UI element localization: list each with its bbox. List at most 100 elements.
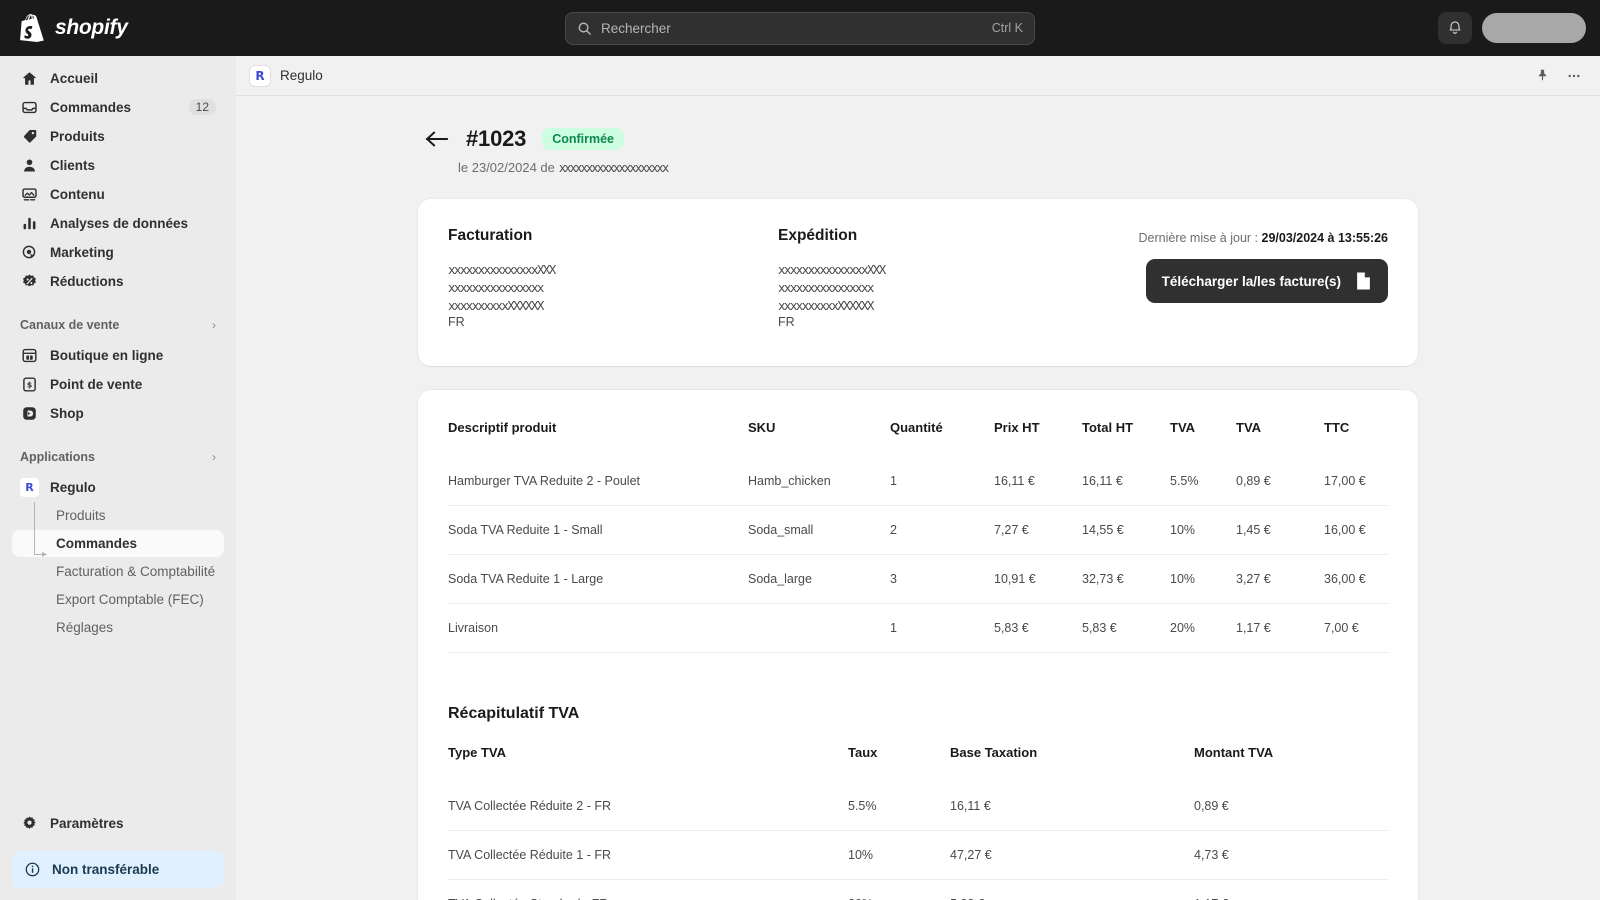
- pin-icon: [1538, 69, 1547, 81]
- app-tree: ▸ R Regulo Produits Commandes Facturatio…: [12, 473, 224, 642]
- cell-quantite: 3: [890, 554, 994, 604]
- orders-inbox-icon: [20, 98, 39, 117]
- cell-ttc: 7,00 €: [1324, 603, 1388, 653]
- cell-base: 47,27 €: [950, 830, 1194, 880]
- non-transferable-banner[interactable]: Non transférable: [12, 851, 224, 888]
- products-table-body: Hamburger TVA Reduite 2 - Poulet Hamb_ch…: [448, 457, 1388, 653]
- sidebar-item-regulo-reglages[interactable]: Réglages: [12, 614, 224, 641]
- chevron-right-icon: ›: [212, 318, 216, 332]
- sidebar-item-analyses[interactable]: Analyses de données: [12, 209, 224, 237]
- sidebar-item-regulo-facturation[interactable]: Facturation & Comptabilité: [12, 558, 224, 585]
- sidebar-item-produits[interactable]: Produits: [12, 122, 224, 150]
- col-montant-tva: Montant TVA: [1194, 745, 1274, 760]
- col-prix-ht: Prix HT: [994, 420, 1040, 435]
- regulo-app-icon: R: [250, 65, 270, 86]
- cell-sku: [748, 603, 890, 653]
- sidebar-item-point-de-vente[interactable]: $ Point de vente: [12, 370, 224, 398]
- table-row: Livraison 1 5,83 € 5,83 € 20% 1,17 € 7,0…: [448, 603, 1388, 653]
- sidebar-label: Commandes: [50, 99, 132, 115]
- account-menu-button[interactable]: [1482, 13, 1586, 43]
- shopify-logo[interactable]: shopify: [0, 14, 236, 42]
- global-topbar: shopify Rechercher Ctrl K: [0, 0, 1600, 56]
- section-label: Canaux de vente: [20, 318, 120, 332]
- order-number: #1023: [466, 126, 527, 151]
- tag-icon: [20, 127, 39, 146]
- sidebar-item-regulo-export-fec[interactable]: Export Comptable (FEC): [12, 586, 224, 613]
- sidebar-label: Réductions: [50, 273, 124, 289]
- global-search[interactable]: Rechercher Ctrl K: [565, 11, 1035, 45]
- section-label: Applications: [20, 450, 96, 464]
- products-table-head: Descriptif produit SKU Quantité Prix HT …: [448, 420, 1388, 457]
- sidebar-label: Facturation & Comptabilité: [56, 564, 216, 579]
- table-row: Soda TVA Reduite 1 - Large Soda_large 3 …: [448, 554, 1388, 604]
- billing-country: FR: [448, 315, 465, 330]
- sidebar-section-applications[interactable]: Applications ›: [12, 444, 224, 470]
- sidebar-label: Contenu: [50, 186, 105, 202]
- search-input[interactable]: Rechercher Ctrl K: [565, 11, 1035, 45]
- cell-taux: 5.5%: [848, 799, 877, 813]
- tva-summary-table: Type TVA Taux Base Taxation Montant TVA …: [448, 745, 1388, 900]
- sidebar-label: Clients: [50, 157, 96, 173]
- sidebar-section-canaux-de-vente[interactable]: Canaux de vente ›: [12, 312, 224, 338]
- cell-descriptif: Soda TVA Reduite 1 - Large: [448, 554, 748, 604]
- more-options-button[interactable]: [1566, 68, 1582, 84]
- table-row: TVA Collectée Standard - FR 20% 5,83 € 1…: [448, 879, 1388, 900]
- shopify-bag-icon: [20, 14, 44, 42]
- billing-line-2: xxxxxxxxxxxxxxxx: [448, 279, 544, 295]
- shipping-line-1: xxxxxxxxxxxxxxxXXX: [778, 262, 886, 277]
- col-total-ht: Total HT: [1082, 420, 1134, 435]
- sidebar-item-marketing[interactable]: Marketing: [12, 238, 224, 266]
- addresses-card: Facturation xxxxxxxxxxxxxxxXXX xxxxxxxxx…: [418, 199, 1418, 366]
- products-table: Descriptif produit SKU Quantité Prix HT …: [448, 420, 1388, 653]
- billing-line-3: xxxxxxxxxxXXXXXX: [448, 297, 544, 313]
- cell-ttc: 16,00 €: [1324, 505, 1388, 555]
- sidebar-item-shop[interactable]: Shop: [12, 399, 224, 427]
- notifications-button[interactable]: [1438, 12, 1472, 44]
- table-header-row: Descriptif produit SKU Quantité Prix HT …: [448, 420, 1388, 457]
- back-button[interactable]: [424, 129, 450, 149]
- cell-montant: 1,17 €: [1194, 879, 1388, 900]
- topbar-actions: [1438, 12, 1586, 44]
- page-content: #1023 Confirmée le 23/02/2024 de xxxxxxx…: [418, 126, 1418, 900]
- col-base-taxation: Base Taxation: [950, 745, 1038, 760]
- cell-total-ht: 14,55 €: [1082, 505, 1170, 555]
- col-descriptif-produit: Descriptif produit: [448, 420, 557, 435]
- shipping-title: Expédition: [778, 227, 858, 244]
- cell-total-ht: 32,73 €: [1082, 554, 1170, 604]
- col-type-tva: Type TVA: [448, 745, 507, 760]
- download-invoices-button[interactable]: Télécharger la/les facture(s): [1145, 259, 1388, 303]
- sidebar-item-commandes[interactable]: Commandes 12: [12, 93, 224, 121]
- cell-sku: Hamb_chicken: [748, 474, 831, 488]
- sidebar-item-regulo-app[interactable]: R Regulo: [12, 473, 224, 501]
- shipping-line-3: xxxxxxxxxxXXXXXX: [778, 297, 874, 313]
- more-horizontal-icon: [1568, 74, 1580, 77]
- sidebar-item-boutique-en-ligne[interactable]: Boutique en ligne: [12, 341, 224, 369]
- status-badge: Confirmée: [542, 128, 625, 150]
- billing-address-block: Facturation xxxxxxxxxxxxxxxXXX xxxxxxxxx…: [448, 227, 778, 332]
- sidebar-item-regulo-produits[interactable]: Produits: [12, 502, 224, 529]
- pin-button[interactable]: [1535, 68, 1550, 83]
- discount-percent-icon: [20, 272, 39, 291]
- table-row: TVA Collectée Réduite 1 - FR 10% 47,27 €…: [448, 830, 1388, 880]
- document-icon: [1357, 272, 1370, 290]
- cell-tva-rate: 10%: [1170, 505, 1236, 555]
- order-customer-masked: xxxxxxxxxxxxxxxxxxxx: [558, 161, 669, 175]
- shipping-line-2: xxxxxxxxxxxxxxxx: [778, 279, 874, 295]
- sidebar-item-parametres[interactable]: Paramètres: [12, 809, 224, 837]
- info-circle-icon: [25, 862, 40, 877]
- page-header-actions: [1535, 68, 1582, 84]
- sidebar-item-reductions[interactable]: Réductions: [12, 267, 224, 295]
- sidebar-item-clients[interactable]: Clients: [12, 151, 224, 179]
- cell-tva-amount: 3,27 €: [1236, 554, 1324, 604]
- sidebar-item-accueil[interactable]: Accueil: [12, 64, 224, 92]
- sidebar-label: Regulo: [50, 479, 96, 495]
- col-sku: SKU: [748, 420, 776, 435]
- search-shortcut: Ctrl K: [991, 21, 1023, 35]
- content-image-icon: [20, 185, 39, 204]
- sidebar-item-contenu[interactable]: Contenu: [12, 180, 224, 208]
- cell-total-ht: 16,11 €: [1082, 474, 1123, 488]
- col-tva-rate: TVA: [1170, 420, 1196, 435]
- cell-prix-ht: 10,91 €: [994, 554, 1082, 604]
- banner-label: Non transférable: [52, 862, 160, 877]
- tva-table-head: Type TVA Taux Base Taxation Montant TVA: [448, 745, 1388, 782]
